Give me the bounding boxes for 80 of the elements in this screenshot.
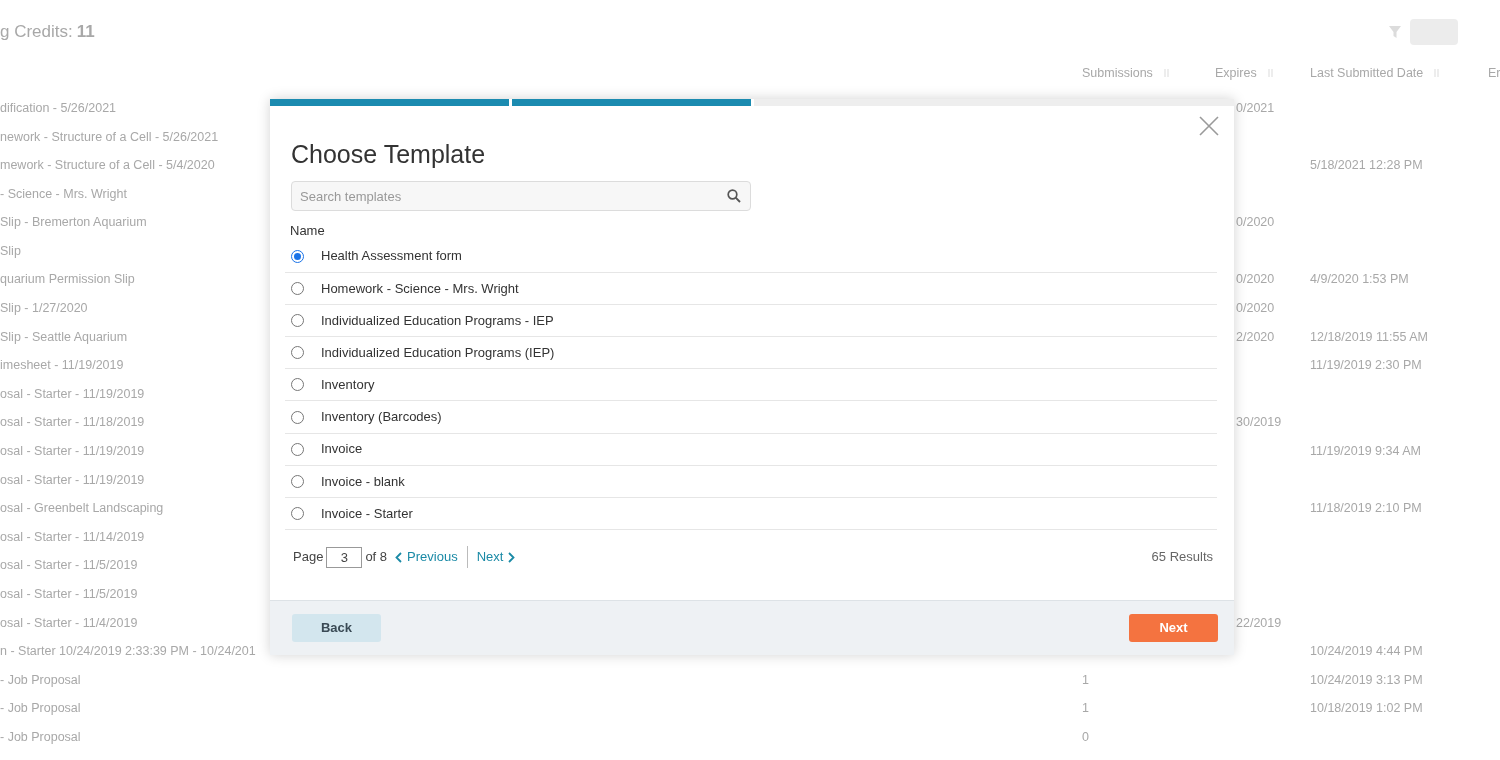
back-button[interactable]: Back [292, 614, 381, 642]
template-row[interactable]: Homework - Science - Mrs. Wright [285, 272, 1217, 305]
dialog-title: Choose Template [291, 139, 487, 169]
template-row[interactable]: Health Assessment form [285, 240, 1217, 273]
table-cell-text: 5/18/2021 12:28 PM [1310, 157, 1423, 175]
credits-count: 11 [76, 21, 95, 44]
column-header: Er [1488, 65, 1500, 82]
template-name: Individualized Education Programs (IEP) [321, 343, 555, 362]
template-row[interactable]: Inventory [285, 369, 1217, 402]
table-cell-text: n - Starter 10/24/2019 2:33:39 PM - 10/24/201 [0, 643, 256, 661]
column-header: Submissions [1082, 65, 1153, 82]
table-cell-text: 30/2019 [1236, 414, 1282, 432]
template-name: Individualized Education Programs - IEP [321, 311, 554, 330]
table-cell-text: osal - Starter - 11/4/2019 [0, 614, 138, 632]
table-cell-text: - Job Proposal [0, 671, 81, 689]
template-name: Inventory (Barcodes) [321, 408, 442, 427]
template-name: Invoice [321, 440, 363, 459]
template-row[interactable]: Inventory (Barcodes) [285, 401, 1217, 434]
page-number-field[interactable]: 3 [326, 546, 363, 568]
table-cell-text: 11/18/2019 2:10 PM [1310, 500, 1422, 518]
template-row[interactable]: Invoice - Starter [285, 498, 1217, 531]
table-cell-text: Slip [0, 242, 21, 260]
template-name: Invoice - Starter [321, 504, 413, 523]
table-cell-text: - Job Proposal [0, 729, 81, 746]
table-cell-text: 0/2020 [1236, 214, 1275, 232]
table-cell-text: osal - Starter - 11/14/2019 [0, 528, 145, 546]
table-cell-text: 11/19/2019 9:34 AM [1310, 443, 1421, 461]
table-cell-text: nework - Structure of a Cell - 5/26/2021 [0, 128, 219, 146]
table-cell-text: 0/2020 [1236, 300, 1275, 318]
page-count: of 8 [365, 548, 388, 567]
template-name: Homework - Science - Mrs. Wright [321, 279, 519, 298]
table-cell-text: Slip - Seattle Aquarium [0, 328, 128, 346]
table-cell-text: 0/2021 [1236, 99, 1275, 117]
table-cell-text: 10/18/2019 1:02 PM [1310, 700, 1423, 718]
table-cell-text: 0/2020 [1236, 271, 1275, 289]
credits-label: g Credits: [0, 21, 73, 44]
template-row[interactable]: Invoice - blank [285, 465, 1217, 498]
table-cell-text: imesheet - 11/19/2019 [0, 357, 124, 375]
table-cell-text: mework - Structure of a Cell - 5/4/2020 [0, 157, 215, 175]
table-cell-text: osal - Greenbelt Landscaping [0, 500, 164, 518]
close-icon[interactable] [1198, 115, 1220, 137]
template-row[interactable]: Invoice [285, 433, 1217, 466]
table-cell-text: 11/19/2019 2:30 PM [1310, 357, 1422, 375]
results-count: 65 Results [1151, 548, 1213, 567]
next-link[interactable]: Next [476, 547, 516, 567]
search-icon [727, 189, 741, 203]
column-header: Name [290, 222, 326, 240]
template-row[interactable]: Individualized Education Programs (IEP) [285, 337, 1217, 370]
table-cell-text: osal - Starter - 11/19/2019 [0, 443, 145, 461]
table-cell-text: osal - Starter - 11/18/2019 [0, 414, 145, 432]
table-cell-text: 0 [1082, 729, 1089, 746]
table-cell-text: osal - Starter - 11/5/2019 [0, 586, 138, 603]
table-cell-text: Slip - 1/27/2020 [0, 300, 88, 318]
table-cell-text: quarium Permission Slip [0, 271, 135, 289]
chevron-right-icon [508, 551, 516, 563]
table-cell-text: dification - 5/26/2021 [0, 99, 117, 117]
table-cell-text: - Job Proposal [0, 700, 81, 718]
table-cell-text: osal - Starter - 11/19/2019 [0, 471, 145, 489]
table-cell-text: 2/2020 [1236, 328, 1275, 346]
template-name: Inventory [321, 376, 375, 395]
template-name: Health Assessment form [321, 247, 462, 266]
template-name: Invoice - blank [321, 472, 405, 491]
template-row[interactable]: Individualized Education Programs - IEP [285, 304, 1217, 338]
table-cell-text: osal - Starter - 11/5/2019 [0, 557, 138, 575]
chevron-left-icon [395, 551, 403, 563]
table-cell-text: 22/2019 [1236, 614, 1282, 632]
column-header: Last Submitted Date [1310, 65, 1424, 82]
table-cell-text: 10/24/2019 3:13 PM [1310, 671, 1423, 689]
table-cell-text: 4/9/2020 1:53 PM [1310, 271, 1409, 289]
table-cell-text: 1 [1082, 671, 1089, 689]
column-header: Expires [1215, 65, 1257, 82]
page-label: Page [293, 548, 324, 567]
search-field[interactable]: Search templates [291, 181, 751, 211]
table-cell-text: 12/18/2019 11:55 AM [1310, 328, 1428, 346]
table-cell-text: 10/24/2019 4:44 PM [1310, 643, 1423, 661]
table-cell-text: osal - Starter - 11/19/2019 [0, 385, 145, 403]
table-cell-text: - Science - Mrs. Wright [0, 185, 127, 203]
previous-link[interactable]: Previous [395, 547, 458, 567]
table-cell-text: 1 [1082, 700, 1089, 718]
table-cell-text: Slip - Bremerton Aquarium [0, 214, 147, 232]
